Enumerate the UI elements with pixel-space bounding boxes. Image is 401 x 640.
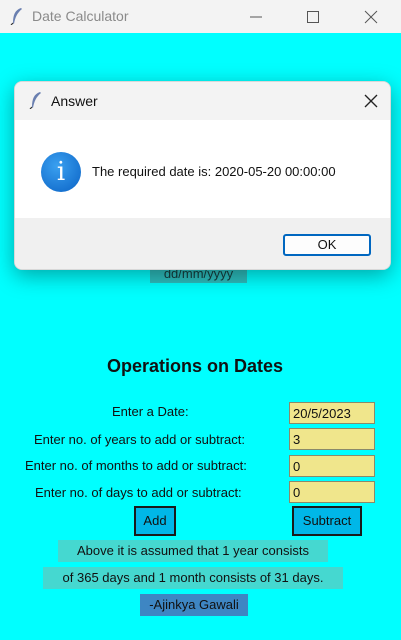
subtract-button[interactable]: Subtract <box>292 506 362 536</box>
assumption-note-line2: of 365 days and 1 month consists of 31 d… <box>43 567 343 589</box>
dialog-title: Answer <box>51 93 98 109</box>
close-button[interactable] <box>348 0 394 33</box>
date-label: Enter a Date: <box>112 404 189 419</box>
answer-dialog: Answer i The required date is: 2020-05-2… <box>14 81 391 270</box>
years-label: Enter no. of years to add or subtract: <box>34 432 246 447</box>
dialog-body: i The required date is: 2020-05-20 00:00… <box>15 120 390 218</box>
assumption-note-line1: Above it is assumed that 1 year consists <box>58 540 328 562</box>
info-icon: i <box>41 152 81 192</box>
maximize-button[interactable] <box>290 0 336 33</box>
days-input[interactable]: 0 <box>289 481 375 503</box>
ok-button[interactable]: OK <box>283 234 371 256</box>
date-input[interactable]: 20/5/2023 <box>289 402 375 424</box>
minimize-icon <box>250 16 262 18</box>
dialog-close-icon[interactable] <box>362 92 380 110</box>
dialog-message: The required date is: 2020-05-20 00:00:0… <box>92 164 336 179</box>
years-input[interactable]: 3 <box>289 428 375 450</box>
author-label: -Ajinkya Gawali <box>140 594 248 616</box>
days-label: Enter no. of days to add or subtract: <box>35 485 242 500</box>
add-button[interactable]: Add <box>134 506 176 536</box>
feather-icon <box>29 92 41 109</box>
close-icon <box>364 10 378 24</box>
months-label: Enter no. of months to add or subtract: <box>25 458 247 473</box>
window-title: Date Calculator <box>32 8 129 24</box>
minimize-button[interactable] <box>233 0 279 33</box>
months-input[interactable]: 0 <box>289 455 375 477</box>
feather-icon <box>10 8 22 25</box>
window-titlebar[interactable]: Date Calculator <box>0 0 401 33</box>
operations-heading: Operations on Dates <box>106 356 284 376</box>
dialog-footer: OK <box>15 218 390 269</box>
maximize-icon <box>307 11 319 23</box>
dialog-titlebar[interactable]: Answer <box>15 82 390 120</box>
